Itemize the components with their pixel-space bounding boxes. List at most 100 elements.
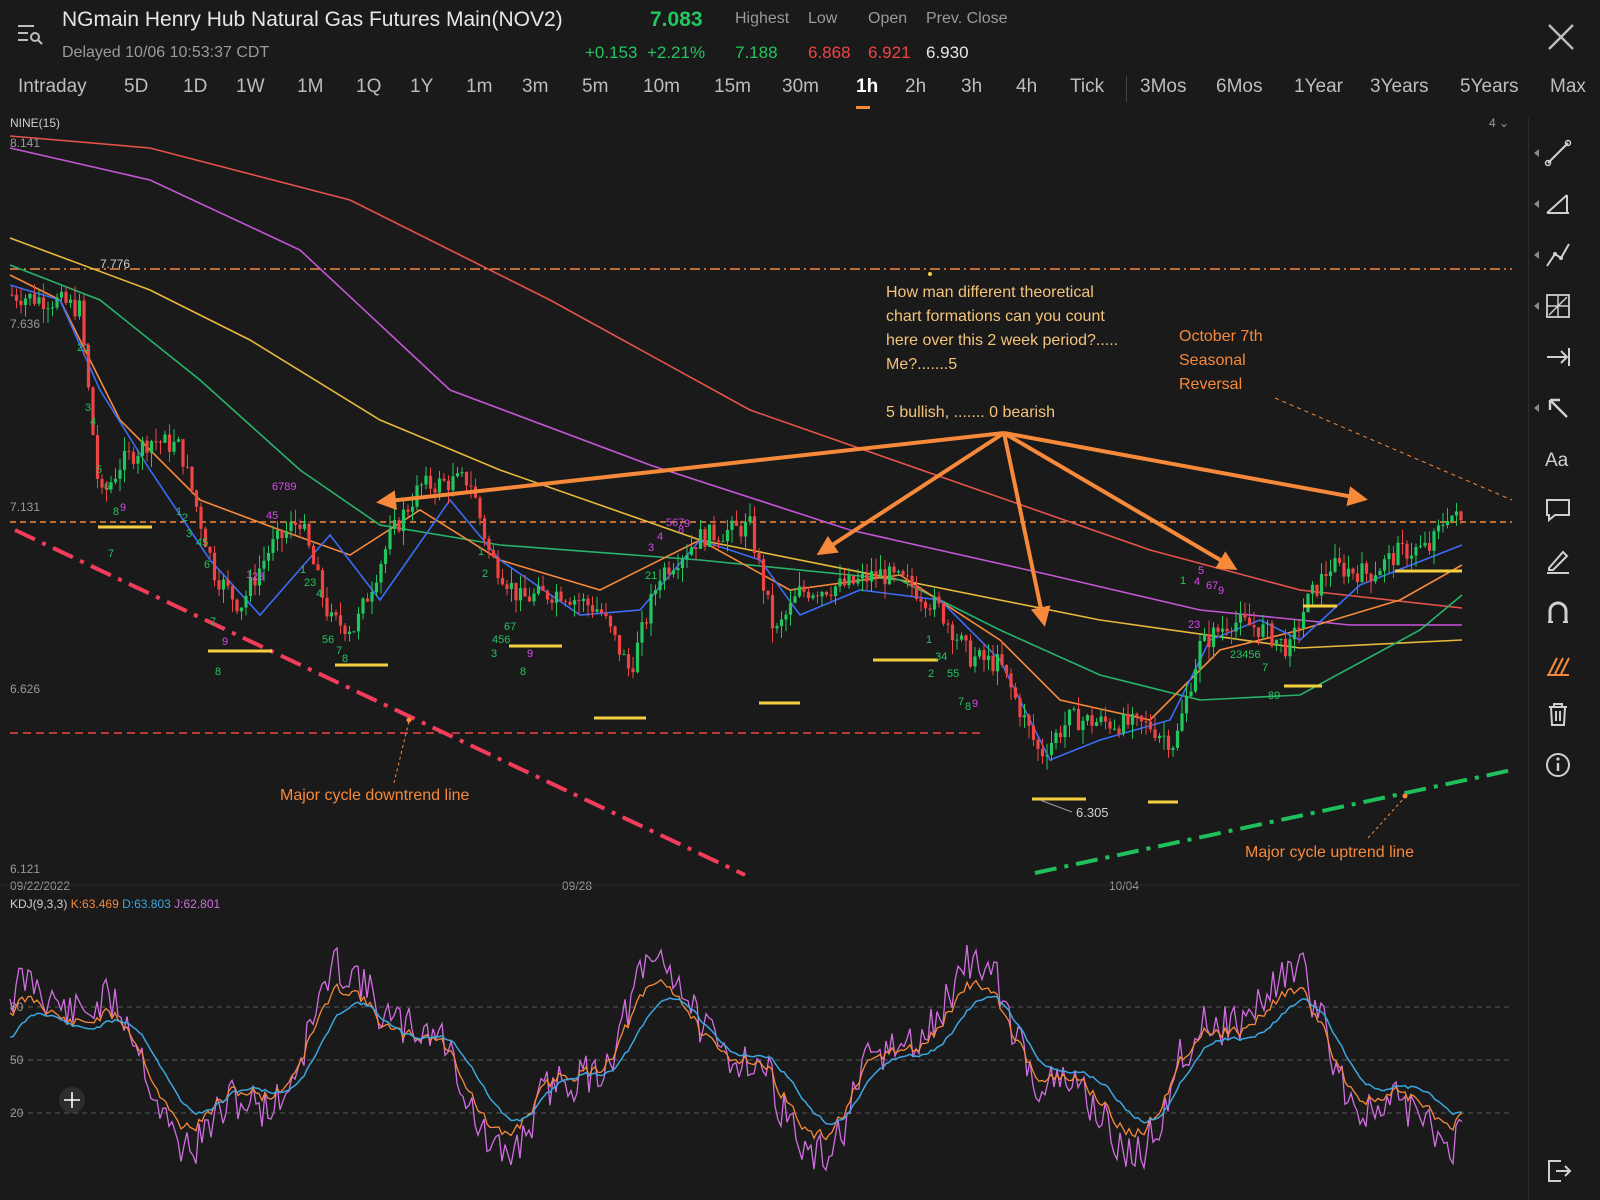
candle-body [667,567,671,575]
tab-3m[interactable]: 3m [522,76,548,98]
tab-1year[interactable]: 1Year [1294,76,1343,98]
tab-1y[interactable]: 1Y [410,76,433,98]
tab-2h[interactable]: 2h [905,76,926,98]
candle-body [1207,634,1211,648]
candle-body [1076,708,1081,731]
close-icon[interactable] [1546,22,1576,52]
tab-10m[interactable]: 10m [643,76,680,98]
td-count: 2 [482,568,488,580]
candle-body [1036,739,1040,749]
arrow-tool[interactable] [1534,393,1573,423]
candle-body [370,592,374,602]
candle-body [392,520,397,529]
tab-3mos[interactable]: 3Mos [1140,76,1186,98]
td-count: 89 [1268,690,1280,702]
tab-30m[interactable]: 30m [782,76,819,98]
candle-body [932,596,937,610]
price-change: +0.153 +2.21% [585,43,705,63]
tab-6mos[interactable]: 6Mos [1216,76,1262,98]
candle-body [59,291,64,298]
candle-body [284,531,289,538]
candle-body [793,596,797,603]
candle-body [1333,558,1337,572]
formation-arrow-0 [376,431,1005,511]
measure-tool[interactable] [1543,342,1573,372]
tab-1h[interactable]: 1h [856,76,878,98]
uptrend-leader [1367,796,1406,839]
tab-4h[interactable]: 4h [1016,76,1037,98]
indicators-icon [1547,657,1570,676]
grid-tool[interactable] [1534,291,1573,321]
zoom-selector[interactable]: 4 ⌄ [1489,116,1509,130]
candle-body [338,615,343,626]
tab-5d[interactable]: 5D [124,76,148,98]
pen-tool[interactable] [1543,546,1573,576]
candle-body [212,552,217,581]
candle-body [950,624,955,641]
candle-body [734,520,739,526]
td-count: 56 [322,634,334,646]
magnet-tool[interactable] [1543,597,1573,627]
svg-text:Aa: Aa [1545,450,1569,471]
info-tool[interactable] [1543,750,1573,780]
candle-body [266,552,271,561]
candle-body [622,654,626,656]
tab-tick[interactable]: Tick [1070,76,1104,98]
td-count: 7 [958,696,964,708]
text-tool[interactable]: Aa [1543,444,1573,474]
tab-1w[interactable]: 1W [236,76,265,98]
td-count: 7 [210,616,216,628]
tab-5years[interactable]: 5Years [1460,76,1518,98]
candle-body [500,577,505,585]
candle-body [901,571,905,576]
candle-body [64,291,68,303]
comment-tool[interactable] [1543,495,1573,525]
td-count: 456 [492,634,510,646]
tab-intraday[interactable]: Intraday [18,76,87,98]
candle-body [829,594,833,597]
candle-body [1139,715,1144,722]
tab-1m[interactable]: 1M [297,76,323,98]
trash-tool[interactable] [1543,699,1573,729]
candle-body [1414,547,1418,556]
tab-1d[interactable]: 1D [183,76,207,98]
angle-tool[interactable] [1534,189,1573,219]
td-count: 3 [491,648,497,660]
trendline-tool[interactable] [1534,138,1573,168]
candle-body [770,594,775,629]
tab-5m[interactable]: 5m [582,76,608,98]
tab-1m[interactable]: 1m [466,76,492,98]
td-count: 5 [1198,565,1204,577]
menu-icon[interactable] [16,22,44,46]
candle-body [469,485,473,487]
candle-body [635,642,640,673]
tab-3years[interactable]: 3Years [1370,76,1428,98]
tab-15m[interactable]: 15m [714,76,751,98]
uptrend-anchor [1402,793,1408,799]
candle-body [941,603,946,624]
fib-tool[interactable] [1534,240,1573,270]
kdj-tick-2: 20 [10,1106,24,1120]
td-count: 1 [478,546,484,558]
tab-3h[interactable]: 3h [961,76,982,98]
tab-max[interactable]: Max [1550,76,1586,98]
candle-body [1090,715,1094,726]
candle-body [1148,721,1153,730]
indicators-tool[interactable] [1543,648,1573,678]
candle-body [383,549,388,565]
low-value: 6.868 [808,43,851,62]
quote-header: NGmain Henry Hub Natural Gas Futures Mai… [0,0,1600,72]
measure-icon [1547,348,1570,366]
price-chart[interactable]: 8.1417.6367.1316.6266.12109/22/2022 09/28… [0,112,1520,1200]
low-label: Low [808,10,838,27]
tab-1q[interactable]: 1Q [356,76,381,98]
candle-body [703,529,707,547]
td-count: 3 [186,528,192,540]
candle-body [550,599,554,603]
td-count: 9 [684,518,690,530]
exit-tool[interactable] [1543,1156,1573,1186]
candle-body [509,582,514,590]
candle-body [136,455,140,464]
td-count: 1 [926,634,932,646]
candle-body [545,590,550,600]
